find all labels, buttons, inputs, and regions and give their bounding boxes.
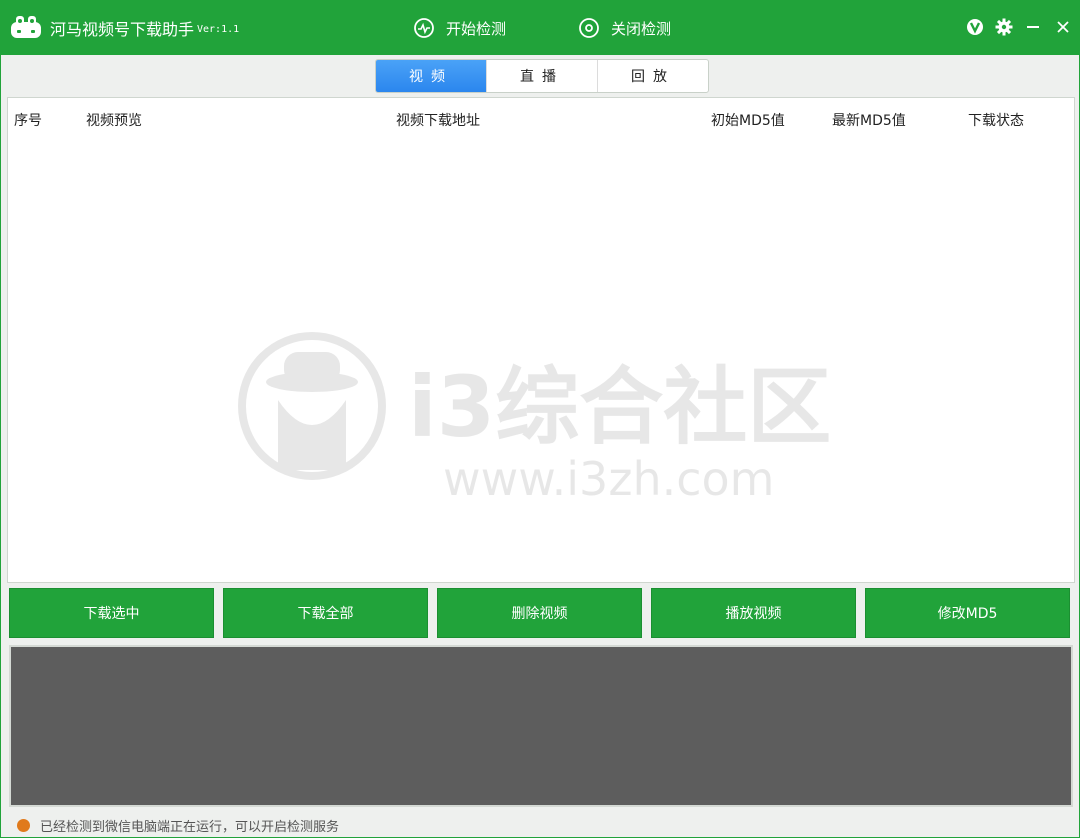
start-detect-label: 开始检测 — [446, 19, 507, 38]
download-selected-button[interactable]: 下载选中 — [9, 588, 214, 638]
column-header-preview[interactable]: 视频预览 — [86, 110, 142, 130]
app-window: 河马视频号下载助手 Ver:1.1 开始检测 关闭检测 视频 直播 回放 序号 … — [0, 0, 1080, 838]
watermark-text: i3综合社区 — [408, 358, 831, 456]
close-icon — [1057, 21, 1069, 33]
download-all-button[interactable]: 下载全部 — [223, 588, 428, 638]
minimize-icon — [1027, 26, 1039, 28]
monitor-pulse-icon — [414, 18, 434, 38]
app-title: 河马视频号下载助手 — [50, 20, 195, 39]
tab-video[interactable]: 视频 — [376, 60, 487, 92]
tab-live[interactable]: 直播 — [487, 60, 598, 92]
settings-button[interactable] — [993, 16, 1015, 38]
app-version: Ver:1.1 — [197, 24, 240, 35]
log-panel[interactable] — [9, 645, 1073, 807]
tab-bar: 视频 直播 回放 — [375, 59, 709, 93]
v-logo-icon — [967, 19, 983, 35]
gear-icon — [995, 18, 1013, 36]
video-table[interactable]: 序号 视频预览 视频下载地址 初始MD5值 最新MD5值 下载状态 i3综合社区… — [7, 97, 1075, 583]
stop-circle-icon — [579, 18, 599, 38]
start-detect-button[interactable]: 开始检测 — [412, 15, 506, 41]
status-bar: 已经检测到微信电脑端正在运行，可以开启检测服务 — [1, 813, 1079, 837]
minimize-button[interactable] — [1022, 16, 1044, 38]
hippo-logo-icon — [11, 16, 41, 38]
column-header-index[interactable]: 序号 — [14, 110, 42, 130]
column-header-latest-md5[interactable]: 最新MD5值 — [832, 110, 906, 130]
column-header-download-url[interactable]: 视频下载地址 — [396, 110, 480, 130]
watermark-url: www.i3zh.com — [443, 452, 774, 506]
watermark: i3综合社区 www.i3zh.com — [238, 332, 831, 506]
column-header-download-status[interactable]: 下载状态 — [968, 110, 1024, 130]
status-text: 已经检测到微信电脑端正在运行，可以开启检测服务 — [40, 819, 340, 835]
action-button-row: 下载选中 下载全部 删除视频 播放视频 修改MD5 — [9, 587, 1073, 639]
play-video-button[interactable]: 播放视频 — [651, 588, 856, 638]
close-button[interactable] — [1052, 16, 1074, 38]
tab-replay[interactable]: 回放 — [598, 60, 708, 92]
v-logo-button[interactable] — [964, 16, 986, 38]
stop-detect-button[interactable]: 关闭检测 — [577, 15, 671, 41]
delete-video-button[interactable]: 删除视频 — [437, 588, 642, 638]
column-header-initial-md5[interactable]: 初始MD5值 — [711, 110, 785, 130]
title-bar: 河马视频号下载助手 Ver:1.1 开始检测 关闭检测 — [1, 1, 1080, 55]
status-indicator-icon — [17, 818, 30, 832]
modify-md5-button[interactable]: 修改MD5 — [865, 588, 1070, 638]
stop-detect-label: 关闭检测 — [611, 19, 672, 38]
